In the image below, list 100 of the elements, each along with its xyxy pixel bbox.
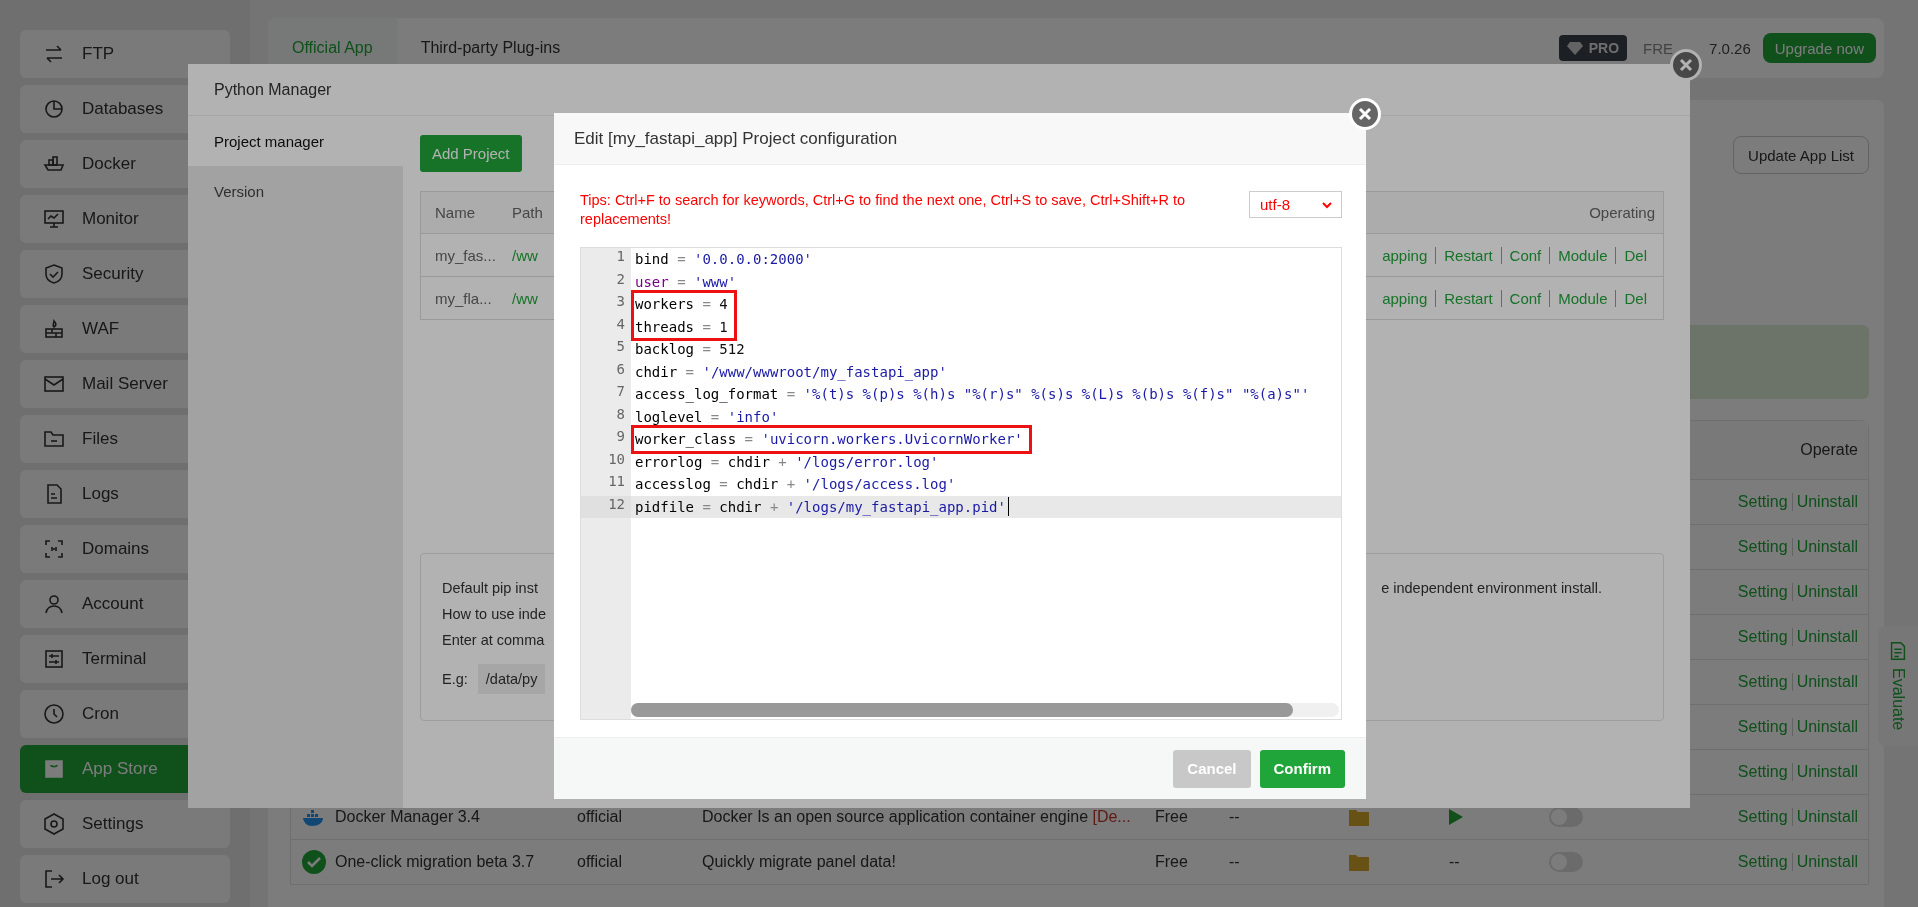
action-link[interactable]: apping — [1374, 246, 1436, 264]
code-line: threads = 1 — [634, 317, 728, 337]
clock-icon — [42, 702, 66, 726]
code-line: user = 'www' — [634, 272, 738, 292]
action-link[interactable]: Uninstall — [1791, 583, 1858, 601]
text-cursor — [1007, 497, 1009, 517]
action-link[interactable]: Uninstall — [1791, 538, 1858, 556]
close-icon — [1679, 58, 1693, 72]
app-name: One-click migration beta 3.7 — [335, 853, 535, 871]
sidebar-label: App Store — [82, 759, 158, 779]
project-path[interactable]: /ww — [512, 246, 538, 264]
code-line: worker_class = 'uvicorn.workers.UvicornWorker' — [634, 430, 1023, 450]
action-link[interactable]: Conf — [1500, 246, 1550, 264]
sidebar-label: Docker — [82, 154, 136, 174]
confirm-button[interactable]: Confirm — [1259, 749, 1345, 788]
info-text: How to use inde — [442, 606, 546, 622]
action-link[interactable]: Setting — [1737, 808, 1788, 826]
code-editor[interactable] — [580, 247, 1342, 720]
action-link[interactable]: Uninstall — [1791, 493, 1858, 511]
code-line: access_log_format = '%(t)s %(p)s %(h)s "%(r)s" %(s)s %(L)s %(b)s %(f)s" "%(a)s"' — [634, 385, 1311, 405]
diamond-icon — [1566, 40, 1583, 56]
code-line: backlog = 512 — [634, 340, 746, 360]
action-link[interactable]: Setting — [1737, 583, 1788, 601]
person-icon — [42, 592, 66, 616]
action-link[interactable]: Uninstall — [1791, 628, 1858, 646]
action-link[interactable]: Module — [1549, 289, 1616, 307]
info-text: Default pip inst — [442, 580, 538, 596]
action-link[interactable]: Conf — [1500, 289, 1550, 307]
sidebar-item[interactable]: Settings — [20, 800, 230, 848]
action-link[interactable]: Module — [1549, 246, 1616, 264]
code-line: chdir = '/www/wwwroot/my_fastapi_app' — [634, 362, 948, 383]
line-number: 6 — [615, 360, 626, 379]
upgrade-button[interactable]: Upgrade now — [1762, 33, 1876, 63]
encoding-select[interactable]: utf-8 — [1249, 191, 1342, 218]
line-number: 11 — [607, 473, 626, 491]
line-number: 3 — [615, 293, 626, 311]
line-number: 12 — [581, 495, 631, 518]
action-link[interactable]: Uninstall — [1791, 808, 1858, 826]
logout-icon — [42, 867, 66, 891]
action-link[interactable]: Uninstall — [1791, 763, 1858, 781]
app-price: Free — [1155, 808, 1189, 826]
update-app-list-button[interactable]: Update App List — [1733, 136, 1869, 174]
add-project-button[interactable]: Add Project — [420, 135, 522, 172]
sidebar-label: WAF — [82, 319, 120, 339]
line-number: 10 — [607, 450, 626, 469]
firewall-icon — [42, 317, 66, 341]
bag-icon — [42, 757, 66, 781]
sidebar-item[interactable]: FTP — [20, 30, 230, 78]
shield-icon — [42, 262, 66, 286]
line-number: 2 — [615, 270, 626, 289]
action-link[interactable]: Setting — [1737, 853, 1788, 871]
nav-item[interactable]: Project manager — [188, 116, 403, 166]
action-link[interactable]: Uninstall — [1791, 673, 1858, 691]
action-link[interactable]: Setting — [1737, 763, 1788, 781]
pro-label: PRO — [1588, 40, 1620, 56]
action-link[interactable]: Setting — [1737, 673, 1788, 691]
sidebar-item[interactable]: Log out — [20, 855, 230, 903]
sidebar-label: FTP — [82, 44, 115, 64]
sidebar-label: Domains — [82, 539, 150, 559]
example-command: /data/py — [477, 664, 546, 694]
action-link[interactable]: Restart — [1435, 289, 1501, 307]
settings-icon — [42, 812, 66, 836]
code-line: workers = 4 — [634, 295, 728, 315]
action-link[interactable]: apping — [1374, 289, 1436, 307]
app-type: official — [577, 853, 624, 871]
action-link[interactable]: Setting — [1737, 538, 1788, 556]
app-description: Docker Is an open source application container engine [De... — [702, 808, 1132, 826]
app-type: official — [577, 808, 624, 826]
action-link[interactable]: Uninstall — [1791, 718, 1858, 736]
action-link[interactable]: Del — [1615, 289, 1655, 307]
action-link[interactable]: Setting — [1737, 628, 1788, 646]
action-link[interactable]: Setting — [1737, 718, 1788, 736]
sidebar-label: Cron — [82, 704, 119, 724]
action-link[interactable]: Del — [1615, 246, 1655, 264]
action-link[interactable]: Setting — [1737, 493, 1788, 511]
line-number: 9 — [615, 428, 626, 446]
app-expiry: -- — [1229, 808, 1241, 826]
action-link[interactable]: Restart — [1435, 246, 1501, 264]
dialog-title: Edit [my_fastapi_app] Project configuration — [574, 128, 898, 149]
toggle-switch[interactable] — [1549, 807, 1583, 827]
line-number: 8 — [615, 405, 626, 424]
sidebar-label: Monitor — [82, 209, 139, 229]
line-number: 1 — [615, 248, 626, 266]
edition-label: FRE — [1643, 39, 1674, 57]
column-header: Operating — [1589, 204, 1656, 221]
pie-chart-icon — [42, 97, 66, 121]
code-line: bind = '0.0.0.0:2000' — [634, 250, 814, 270]
project-path[interactable]: /ww — [512, 289, 538, 307]
info-text: e independent environment install. — [1381, 580, 1602, 596]
column-header: Name — [434, 204, 476, 221]
play-icon[interactable] — [1449, 809, 1463, 825]
terminal-icon — [42, 647, 66, 671]
horizontal-scrollbar[interactable] — [631, 703, 1339, 717]
action-link[interactable]: Uninstall — [1791, 853, 1858, 871]
folder-icon[interactable] — [1349, 853, 1369, 871]
version-label: 7.0.26 — [1709, 39, 1751, 57]
column-header: Path — [512, 204, 543, 221]
info-text: Enter at comma — [442, 632, 545, 648]
project-name: my_fas... — [434, 246, 497, 264]
close-icon — [1358, 107, 1372, 121]
